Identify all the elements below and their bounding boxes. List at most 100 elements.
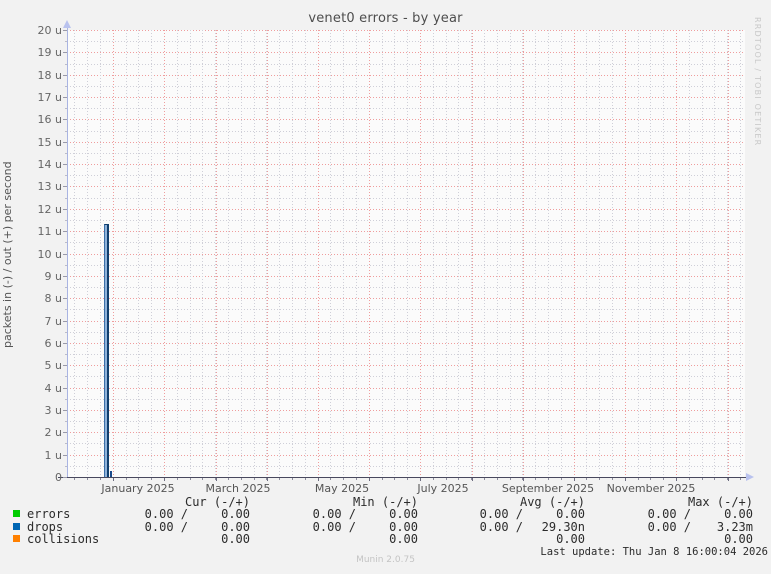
x-tick-mark-minor	[240, 478, 242, 480]
y-axis-line	[67, 24, 68, 478]
gridline-vertical-minor	[330, 30, 332, 477]
y-tick-mark	[63, 365, 67, 367]
x-tick-mark-minor	[176, 478, 178, 480]
x-tick-mark-month	[471, 478, 473, 481]
gridline-vertical-minor	[445, 30, 447, 477]
gridline-horizontal-minor	[67, 331, 745, 333]
gridline-vertical-minor	[560, 30, 562, 477]
y-tick-mark-minor	[65, 219, 67, 221]
y-tick-label: 14 u	[37, 158, 62, 172]
gridline-horizontal-minor	[67, 85, 745, 87]
y-tick-mark	[63, 320, 67, 322]
legend-value: 0.00	[221, 532, 250, 546]
drops-spike	[103, 224, 109, 477]
gridline-vertical-minor	[343, 30, 345, 477]
y-tick-mark-minor	[65, 354, 67, 356]
gridline-vertical-minor	[151, 30, 153, 477]
gridline-vertical-major	[522, 30, 524, 477]
gridline-horizontal-minor	[67, 63, 745, 65]
x-tick-mark-minor	[509, 478, 511, 480]
gridline-horizontal-major	[67, 454, 745, 456]
gridline-horizontal-minor	[67, 219, 745, 221]
gridline-horizontal-major	[67, 320, 745, 322]
gridline-vertical-major	[471, 30, 473, 477]
munin-graph-page: venet0 errors - by year RRDTOOL / TOBI O…	[0, 0, 771, 574]
legend-label-errors: errors	[27, 507, 71, 521]
gridline-vertical-minor	[240, 30, 242, 477]
y-tick-mark	[63, 119, 67, 121]
x-tick-mark-minor	[228, 478, 229, 480]
gridline-horizontal-minor	[67, 465, 745, 467]
gridline-horizontal-minor	[67, 175, 745, 177]
x-tick-label: November 2025	[606, 482, 696, 495]
gridline-vertical-minor	[394, 30, 396, 477]
gridline-vertical-minor	[100, 30, 101, 477]
y-tick-mark	[63, 409, 67, 411]
gridline-horizontal-minor	[67, 443, 745, 445]
x-tick-mark-month	[522, 478, 524, 481]
y-tick-mark	[63, 97, 67, 99]
gridline-horizontal-major	[67, 253, 745, 255]
x-tick-mark-minor	[740, 478, 741, 480]
y-tick-mark	[63, 477, 67, 478]
x-tick-mark-minor	[548, 478, 549, 480]
x-tick-mark-minor	[394, 478, 396, 480]
x-tick-mark-minor	[253, 478, 255, 480]
gridline-horizontal-major	[67, 208, 745, 210]
gridline-horizontal-minor	[67, 287, 745, 289]
y-tick-mark	[63, 74, 67, 76]
y-tick-label: 9 u	[44, 269, 62, 283]
gridline-vertical-minor	[253, 30, 255, 477]
y-tick-mark-minor	[65, 130, 67, 132]
gridline-vertical-minor	[650, 30, 652, 477]
y-tick-label: 15 u	[37, 135, 62, 149]
legend-swatch-collisions	[13, 535, 20, 542]
y-tick-mark	[63, 298, 67, 300]
gridline-vertical-minor	[407, 30, 409, 477]
y-tick-label: 7 u	[44, 314, 62, 328]
legend-label-collisions: collisions	[27, 532, 100, 546]
x-tick-mark-month	[113, 478, 115, 481]
gridline-horizontal-minor	[67, 108, 745, 110]
x-tick-mark-minor	[74, 478, 76, 480]
gridline-vertical-minor	[484, 30, 485, 477]
x-tick-mark-minor	[125, 478, 127, 480]
y-tick-mark-minor	[65, 309, 67, 311]
y-tick-label: 5 u	[44, 359, 62, 373]
gridline-vertical-major	[318, 30, 319, 477]
x-tick-mark-month	[574, 478, 575, 481]
gridline-vertical-minor	[356, 30, 357, 477]
y-tick-label: 17 u	[37, 91, 62, 105]
x-tick-mark-minor	[612, 478, 613, 480]
gridline-vertical-minor	[599, 30, 601, 477]
gridline-vertical-minor	[228, 30, 229, 477]
gridline-horizontal-minor	[67, 264, 745, 266]
y-tick-mark-minor	[65, 108, 67, 110]
gridline-vertical-minor	[637, 30, 639, 477]
gridline-horizontal-major	[67, 164, 745, 166]
y-tick-label: 19 u	[37, 46, 62, 60]
chart-title: venet0 errors - by year	[308, 11, 463, 26]
gridline-vertical-major	[574, 30, 575, 477]
legend-swatch-drops	[13, 523, 20, 530]
y-tick-mark	[63, 253, 67, 255]
gridline-vertical-minor	[125, 30, 127, 477]
y-tick-label: 13 u	[37, 180, 62, 194]
x-tick-mark-minor	[330, 478, 332, 480]
x-tick-mark-month	[164, 478, 166, 481]
gridline-vertical-major	[164, 30, 166, 477]
gridline-horizontal-major	[67, 231, 745, 233]
x-tick-mark-month	[727, 478, 729, 481]
rrdtool-watermark: RRDTOOL / TOBI OETIKER	[753, 17, 762, 147]
y-tick-label: 0	[55, 471, 62, 484]
gridline-horizontal-major	[67, 97, 745, 99]
gridline-horizontal-major	[67, 432, 745, 434]
gridline-horizontal-major	[67, 365, 745, 367]
x-tick-mark-minor	[535, 478, 537, 480]
gridline-vertical-minor	[74, 30, 76, 477]
y-tick-mark-minor	[65, 197, 67, 199]
x-tick-mark-month	[318, 478, 319, 481]
gridline-horizontal-minor	[67, 309, 745, 311]
x-tick-mark-minor	[496, 478, 498, 480]
y-tick-mark-minor	[65, 398, 67, 400]
